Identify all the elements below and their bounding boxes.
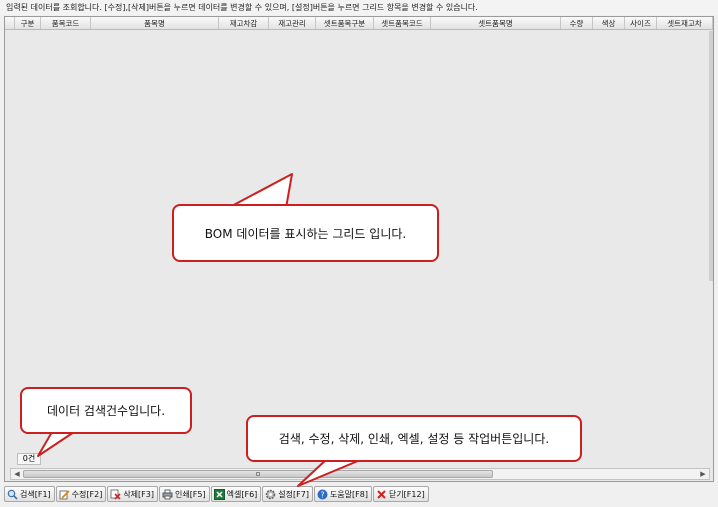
search-button[interactable]: 검색[F1] — [4, 486, 55, 502]
excel-button[interactable]: 엑셀[F6] — [210, 486, 262, 502]
record-count: 0건 — [17, 453, 41, 465]
edit-button[interactable]: 수정[F2] — [55, 486, 107, 502]
excel-button-label: 엑셀[F6] — [226, 489, 258, 499]
help-icon: ? — [317, 489, 328, 499]
col-header[interactable]: 구분 — [15, 17, 41, 29]
delete-icon — [110, 489, 121, 500]
count-callout: 데이터 검색건수입니다. — [20, 387, 192, 434]
excel-icon — [213, 488, 225, 500]
grip-icon — [256, 472, 260, 476]
print-button-label: 인쇄[F5] — [174, 489, 206, 499]
print-icon — [162, 489, 173, 499]
info-text: 입력된 데이터를 조회합니다. [수정],[삭제]버튼을 누르면 데이터를 변경… — [0, 0, 718, 15]
edit-button-label: 수정[F2] — [71, 489, 103, 499]
settings-button-label: 설정[F7] — [278, 489, 309, 499]
scroll-left-icon[interactable]: ◀ — [11, 469, 23, 479]
grid-callout: BOM 데이터를 표시하는 그리드 입니다. — [172, 204, 439, 262]
print-button[interactable]: 인쇄[F5] — [158, 486, 210, 502]
vertical-scrollbar[interactable] — [709, 31, 713, 281]
edit-icon — [59, 489, 70, 499]
col-header[interactable]: 품목명 — [91, 17, 219, 29]
col-header[interactable]: 재고차감 — [219, 17, 269, 29]
col-header[interactable]: 사이즈 — [625, 17, 657, 29]
grid-header: 구분 품목코드 품목명 재고차감 재고관리 셋트품목구분 셋트품목코드 셋트품목… — [5, 17, 713, 30]
horizontal-scrollbar[interactable]: ◀ ▶ — [10, 468, 710, 480]
scroll-right-icon[interactable]: ▶ — [697, 469, 709, 479]
close-button-label: 닫기[F12] — [388, 489, 425, 499]
close-button[interactable]: 닫기[F12] — [372, 486, 429, 502]
delete-button-label: 삭제[F3] — [123, 489, 154, 499]
col-header[interactable]: 재고관리 — [269, 17, 316, 29]
scroll-thumb[interactable] — [23, 470, 493, 478]
settings-button[interactable]: 설정[F7] — [262, 486, 313, 502]
col-header[interactable]: 셋트품목코드 — [374, 17, 431, 29]
col-header[interactable]: 셋트품목명 — [431, 17, 561, 29]
search-button-label: 검색[F1] — [20, 489, 51, 499]
col-header[interactable]: 셋트재고차 — [657, 17, 713, 29]
close-icon — [377, 489, 386, 499]
col-header[interactable]: 색상 — [593, 17, 625, 29]
buttons-callout: 검색, 수정, 삭제, 인쇄, 엑셀, 설정 등 작업버튼입니다. — [246, 415, 582, 462]
row-selector-header — [5, 17, 15, 29]
delete-button[interactable]: 삭제[F3] — [107, 486, 158, 502]
col-header[interactable]: 수량 — [561, 17, 593, 29]
gear-icon — [265, 489, 276, 499]
help-button[interactable]: ? 도움말[F8] — [313, 486, 372, 502]
help-button-label: 도움말[F8] — [329, 489, 368, 499]
col-header[interactable]: 셋트품목구분 — [316, 17, 374, 29]
col-header[interactable]: 품목코드 — [41, 17, 91, 29]
search-icon — [7, 489, 18, 500]
action-toolbar: 검색[F1] 수정[F2] 삭제[F3] 인쇄[F5] 엑셀[F6] 설정[F7… — [4, 486, 429, 502]
svg-text:?: ? — [320, 490, 324, 499]
